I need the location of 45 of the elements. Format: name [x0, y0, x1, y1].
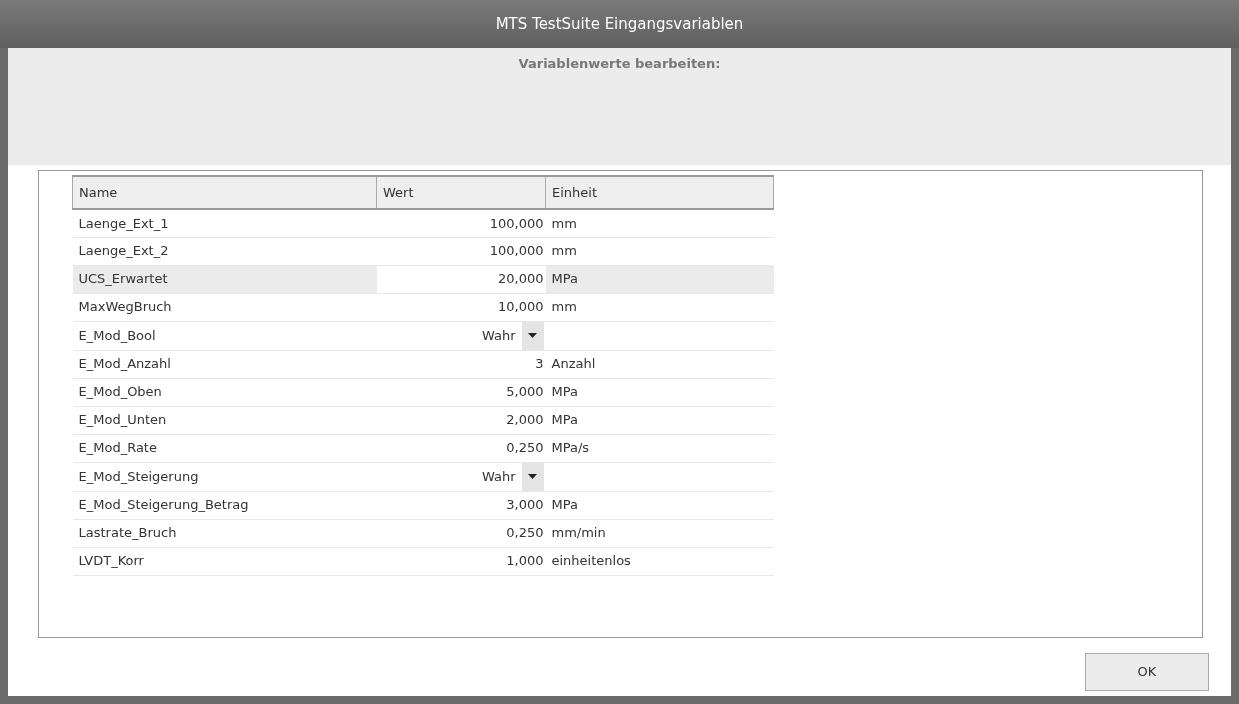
- column-header[interactable]: Name: [72, 176, 377, 209]
- name-cell: E_Mod_Steigerung: [72, 462, 377, 491]
- value-cell[interactable]: 2,000: [376, 406, 546, 434]
- unit-cell: mm: [545, 293, 774, 321]
- value-cell[interactable]: 0,250: [376, 519, 546, 547]
- name-cell: E_Mod_Bool: [72, 321, 377, 350]
- unit-cell: MPa: [545, 378, 774, 406]
- dropdown-field[interactable]: Wahr: [481, 462, 544, 491]
- unit-cell: MPa/s: [545, 434, 774, 462]
- unit-cell: MPa: [545, 406, 774, 434]
- value-cell[interactable]: 20,000: [376, 265, 546, 293]
- name-cell: Laenge_Ext_1: [72, 209, 377, 237]
- column-header[interactable]: Einheit: [545, 176, 774, 209]
- name-cell: E_Mod_Steigerung_Betrag: [72, 491, 377, 519]
- unit-cell: Anzahl: [545, 350, 774, 378]
- column-header[interactable]: Wert: [376, 176, 546, 209]
- value-cell[interactable]: 3,000: [376, 491, 546, 519]
- value-cell[interactable]: 0,250: [376, 434, 546, 462]
- name-cell: Laenge_Ext_2: [72, 237, 377, 265]
- name-cell: E_Mod_Anzahl: [72, 350, 377, 378]
- value-cell[interactable]: 100,000: [376, 209, 546, 237]
- unit-cell: mm/min: [545, 519, 774, 547]
- name-cell: LVDT_Korr: [72, 547, 377, 575]
- ok-button[interactable]: OK: [1085, 653, 1209, 691]
- dropdown-arrow-icon[interactable]: [528, 333, 537, 338]
- value-cell[interactable]: 100,000: [376, 237, 546, 265]
- name-cell: E_Mod_Unten: [72, 406, 377, 434]
- name-cell: Lastrate_Bruch: [72, 519, 377, 547]
- name-cell: E_Mod_Rate: [72, 434, 377, 462]
- name-cell: MaxWegBruch: [72, 293, 377, 321]
- unit-cell: einheitenlos: [545, 547, 774, 575]
- dropdown-arrow-icon[interactable]: [528, 474, 537, 479]
- unit-cell: mm: [545, 237, 774, 265]
- name-cell: UCS_Erwartet: [72, 265, 377, 293]
- value-cell[interactable]: 10,000: [376, 293, 546, 321]
- unit-cell: MPa: [545, 491, 774, 519]
- window-title: MTS TestSuite Eingangsvariablen: [0, 0, 1239, 48]
- dropdown-field[interactable]: Wahr: [481, 321, 544, 350]
- value-cell[interactable]: 3: [376, 350, 546, 378]
- header-text: Variablenwerte bearbeiten:: [518, 55, 721, 72]
- value-cell[interactable]: 1,000: [376, 547, 546, 575]
- unit-cell: mm: [545, 209, 774, 237]
- name-cell: E_Mod_Oben: [72, 378, 377, 406]
- value-cell[interactable]: 5,000: [376, 378, 546, 406]
- unit-cell: MPa: [545, 265, 774, 293]
